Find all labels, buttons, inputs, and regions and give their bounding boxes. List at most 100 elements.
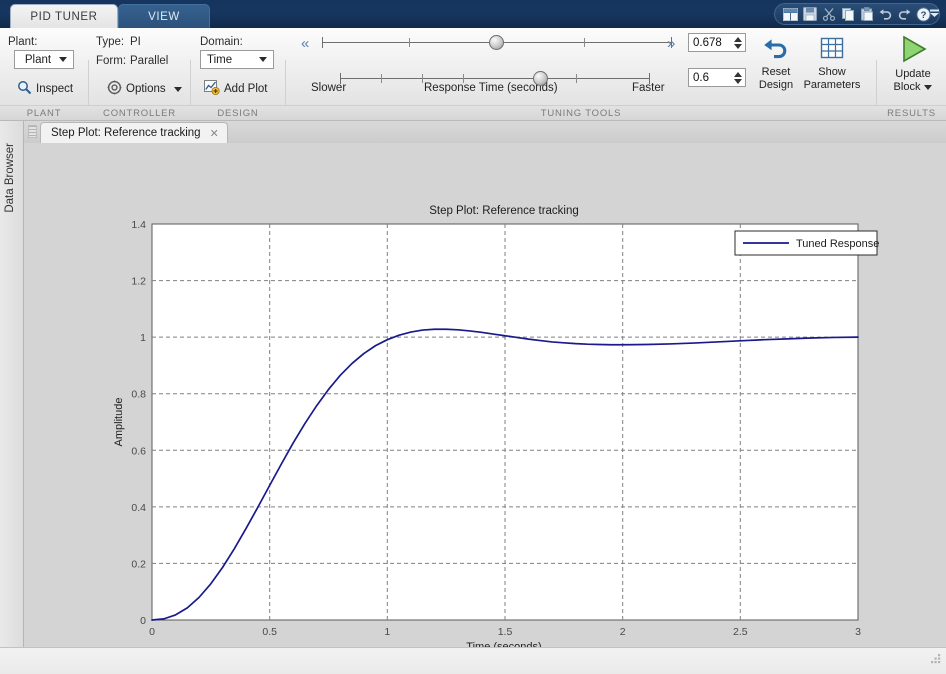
y-tick-label: 0.8 — [131, 389, 146, 401]
transient-behavior-value: 0.6 — [693, 71, 709, 84]
pid-tuner-window: PID TUNER VIEW ? Plant: Plant Inspect Ty… — [0, 0, 946, 674]
reset-design-label-line2: Design — [758, 79, 794, 91]
slider-tick — [584, 38, 585, 47]
slider-end-left — [340, 73, 341, 84]
document-tab-label: Step Plot: Reference tracking — [51, 127, 201, 139]
legend-label-tuned-response: Tuned Response — [796, 238, 879, 250]
status-bar — [0, 647, 946, 674]
table-icon — [818, 36, 846, 65]
layout-icon[interactable] — [782, 6, 799, 23]
document-area: Step Plot: Reference tracking ✕ Step Plo… — [24, 121, 946, 647]
plant-label: Plant: — [8, 36, 38, 48]
y-axis-label: Amplitude — [113, 398, 125, 447]
response-time-slider[interactable] — [322, 32, 672, 54]
quick-access-toolbar: ? — [774, 3, 940, 25]
update-block-button[interactable]: Update Block — [884, 34, 942, 93]
paste-icon[interactable] — [858, 6, 875, 23]
y-tick-label: 1.2 — [131, 276, 146, 288]
resize-grip-icon[interactable] — [929, 653, 942, 671]
domain-combo-value: Time — [207, 53, 233, 66]
add-plot-button[interactable]: Add Plot — [200, 78, 271, 100]
ribbon-section-labels: PLANT CONTROLLER DESIGN TUNING TOOLS RES… — [0, 106, 946, 121]
slider-tick — [422, 74, 423, 83]
form-label: Form: — [96, 55, 127, 67]
slider-end-left — [322, 37, 323, 48]
show-parameters-label-line1: Show — [818, 66, 846, 78]
plant-combo[interactable]: Plant — [14, 50, 74, 69]
cut-icon[interactable] — [820, 6, 837, 23]
x-tick-label: 1 — [384, 626, 390, 638]
x-tick-label: 2 — [620, 626, 626, 638]
close-icon[interactable]: ✕ — [210, 127, 219, 140]
stepper-down-icon — [734, 43, 742, 49]
y-tick-label: 1.4 — [131, 219, 146, 231]
response-time-slider-thumb[interactable] — [489, 35, 504, 50]
slider-end-right — [649, 73, 650, 84]
transient-behavior-slider-thumb[interactable] — [533, 71, 548, 86]
chart-legend[interactable]: Tuned Response — [734, 230, 879, 256]
x-tick-label: 1.5 — [498, 626, 513, 638]
double-chevron-left-icon[interactable]: « — [301, 36, 309, 51]
section-label-plant: PLANT — [26, 108, 62, 119]
y-tick-label: 1 — [140, 332, 146, 344]
stepper-down-icon — [734, 78, 742, 84]
section-label-design: DESIGN — [217, 108, 259, 119]
save-icon[interactable] — [801, 6, 818, 23]
options-button[interactable]: Options — [103, 78, 186, 100]
ribbon-tab-view[interactable]: VIEW — [118, 4, 210, 28]
stepper-up-icon — [734, 36, 742, 42]
y-tick-label: 0.4 — [131, 502, 146, 514]
slider-tick — [409, 38, 410, 47]
ribbon-tab-pid-tuner[interactable]: PID TUNER — [10, 4, 118, 28]
add-plot-icon — [204, 80, 220, 98]
ribbon-tab-view-label: VIEW — [148, 10, 180, 23]
copy-icon[interactable] — [839, 6, 856, 23]
update-block-label-line2: Block — [893, 81, 921, 93]
stepper-up-icon — [734, 71, 742, 77]
gear-icon — [107, 80, 122, 98]
add-plot-label: Add Plot — [224, 83, 268, 95]
document-tab-step-plot[interactable]: Step Plot: Reference tracking ✕ — [40, 122, 228, 143]
collapse-ribbon-icon[interactable] — [926, 4, 942, 22]
chart-title: Step Plot: Reference tracking — [429, 205, 579, 217]
reset-design-button[interactable]: Reset Design — [753, 36, 799, 91]
redo-icon[interactable] — [896, 6, 913, 23]
undo-icon[interactable] — [877, 6, 894, 23]
ribbon-tab-pid-tuner-label: PID TUNER — [30, 10, 98, 23]
form-value: Parallel — [130, 55, 169, 67]
transient-behavior-stepper[interactable] — [731, 69, 745, 86]
undo-arrow-icon — [761, 36, 791, 65]
response-time-value: 0.678 — [693, 36, 722, 49]
slider-tick — [463, 74, 464, 83]
options-label: Options — [126, 83, 166, 95]
section-label-results: RESULTS — [887, 108, 936, 119]
data-browser-label: Data Browser — [4, 143, 16, 213]
section-label-controller: CONTROLLER — [103, 108, 176, 119]
magnifier-icon — [17, 80, 32, 98]
slider-tick — [381, 74, 382, 83]
data-browser-panel[interactable]: Data Browser — [0, 121, 24, 647]
step-response-figure: Step Plot: Reference tracking 0 0.2 0.4 … — [24, 143, 946, 647]
x-tick-label: 0.5 — [262, 626, 277, 638]
tab-drag-grip[interactable] — [28, 125, 37, 138]
x-tick-label: 0 — [149, 626, 155, 638]
inspect-button[interactable]: Inspect — [13, 78, 77, 100]
show-parameters-label-line2: Parameters — [803, 79, 861, 91]
show-parameters-button[interactable]: Show Parameters — [797, 36, 867, 91]
slider-track — [340, 78, 650, 79]
double-chevron-right-icon[interactable]: » — [667, 36, 675, 51]
y-tick-label: 0.2 — [131, 558, 146, 570]
type-value: PI — [130, 36, 141, 48]
chevron-down-icon — [924, 84, 933, 90]
response-time-spinner[interactable]: 0.678 — [688, 33, 746, 52]
chevron-down-icon — [259, 57, 267, 62]
title-bar: PID TUNER VIEW ? — [0, 0, 946, 28]
slider-tick — [576, 74, 577, 83]
response-time-stepper[interactable] — [731, 34, 745, 51]
transient-behavior-spinner[interactable]: 0.6 — [688, 68, 746, 87]
type-label: Type: — [96, 36, 125, 48]
reset-design-label-line1: Reset — [761, 66, 791, 78]
ribbon: Plant: Plant Inspect Type: PI Form: Para… — [0, 28, 946, 130]
transient-behavior-slider[interactable] — [340, 68, 650, 90]
domain-combo[interactable]: Time — [200, 50, 274, 69]
